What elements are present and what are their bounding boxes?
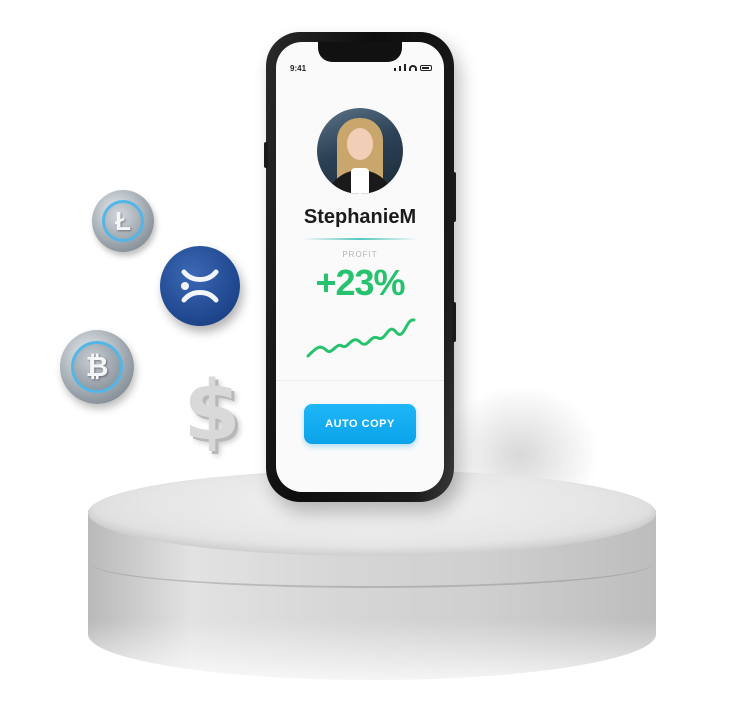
divider bbox=[276, 380, 444, 381]
phone-mockup: 9:41 StephanieM PROFIT +23% AUTO COPY bbox=[264, 32, 456, 502]
battery-icon bbox=[420, 65, 432, 71]
phone-side-button bbox=[452, 172, 456, 222]
phone-side-button bbox=[452, 302, 456, 342]
auto-copy-button[interactable]: AUTO COPY bbox=[304, 404, 416, 444]
profit-value: +23% bbox=[315, 262, 405, 303]
signal-icon bbox=[404, 64, 406, 71]
pedestal bbox=[88, 470, 656, 720]
phone-screen: 9:41 StephanieM PROFIT +23% AUTO COPY bbox=[276, 42, 444, 492]
signal-icon bbox=[394, 68, 396, 71]
dollar-sign-icon: $ bbox=[183, 364, 241, 459]
ripple-coin-icon bbox=[160, 246, 240, 326]
signal-icon bbox=[399, 66, 401, 71]
bitcoin-coin-icon: ₿ bbox=[60, 330, 134, 404]
trader-username: StephanieM bbox=[303, 206, 417, 228]
profit-label: PROFIT bbox=[342, 250, 378, 259]
ripple-logo-icon bbox=[181, 269, 219, 303]
wifi-icon bbox=[409, 65, 417, 71]
status-icons bbox=[394, 64, 432, 71]
litecoin-symbol: Ł bbox=[102, 200, 144, 242]
phone-side-button bbox=[264, 142, 268, 168]
status-time: 9:41 bbox=[290, 64, 307, 73]
divider bbox=[302, 238, 418, 240]
phone-notch bbox=[318, 42, 402, 62]
bitcoin-symbol: ₿ bbox=[71, 341, 123, 393]
pedestal-fade bbox=[88, 620, 656, 720]
profit-sparkline-icon bbox=[306, 318, 416, 358]
avatar bbox=[317, 108, 403, 194]
litecoin-coin-icon: Ł bbox=[92, 190, 154, 252]
